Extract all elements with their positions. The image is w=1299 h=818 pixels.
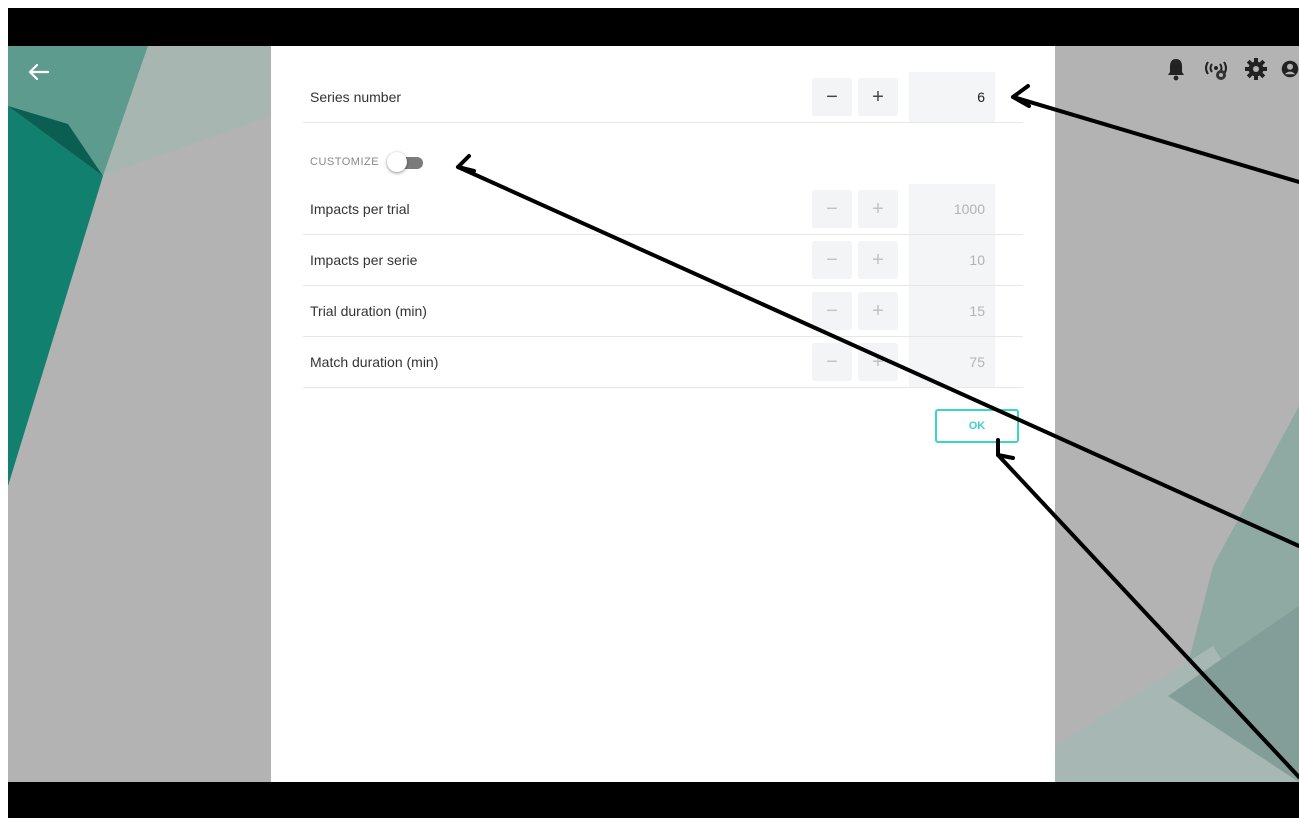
profile-button[interactable] [1281,54,1299,84]
trial-duration-label: Trial duration (min) [310,303,427,319]
trial-duration-input[interactable]: 15 [909,286,995,336]
match-duration-label: Match duration (min) [310,354,439,370]
impacts-per-trial-increment-button[interactable]: + [858,190,898,228]
impacts-per-trial-input[interactable]: 1000 [909,184,995,234]
screenshot-frame: Series number − + 6 CUSTOMIZE Impacts pe… [8,8,1299,818]
settings-dialog: Series number − + 6 CUSTOMIZE Impacts pe… [271,46,1055,782]
impacts-per-serie-decrement-button[interactable]: − [812,241,852,279]
toggle-knob [387,152,408,172]
impacts-per-serie-row: Impacts per serie − + 10 [303,235,1023,286]
trial-duration-row: Trial duration (min) − + 15 [303,286,1023,337]
settings-button[interactable] [1241,54,1271,84]
customize-toggle[interactable] [387,150,424,174]
series-number-input[interactable]: 6 [909,72,995,122]
sensor-button[interactable] [1201,54,1231,84]
app-screen: Series number − + 6 CUSTOMIZE Impacts pe… [8,46,1299,782]
impacts-per-serie-label: Impacts per serie [310,252,418,268]
series-number-increment-button[interactable]: + [858,78,898,116]
customize-control: CUSTOMIZE [310,150,424,174]
customize-label: CUSTOMIZE [310,156,380,168]
match-duration-row: Match duration (min) − + 75 [303,337,1023,388]
match-duration-decrement-button[interactable]: − [812,343,852,381]
impacts-per-trial-decrement-button[interactable]: − [812,190,852,228]
gear-icon [1245,58,1267,80]
impacts-per-serie-input[interactable]: 10 [909,235,995,285]
wireless-sensor-icon [1205,61,1227,80]
trial-duration-decrement-button[interactable]: − [812,292,852,330]
series-number-row: Series number − + 6 [303,72,1023,123]
impacts-per-trial-row: Impacts per trial − + 1000 [303,184,1023,235]
arrow-left-icon [28,63,50,81]
impacts-per-trial-label: Impacts per trial [310,201,410,217]
series-number-decrement-button[interactable]: − [812,78,852,116]
back-button[interactable] [22,56,54,88]
impacts-per-serie-increment-button[interactable]: + [858,241,898,279]
ok-button[interactable]: OK [935,409,1019,443]
bell-icon [1168,59,1184,81]
notifications-button[interactable] [1161,54,1191,84]
user-icon [1281,60,1299,78]
top-bar-icons [1161,54,1299,84]
match-duration-input[interactable]: 75 [909,337,995,387]
match-duration-increment-button[interactable]: + [858,343,898,381]
trial-duration-increment-button[interactable]: + [858,292,898,330]
series-number-label: Series number [310,89,402,105]
